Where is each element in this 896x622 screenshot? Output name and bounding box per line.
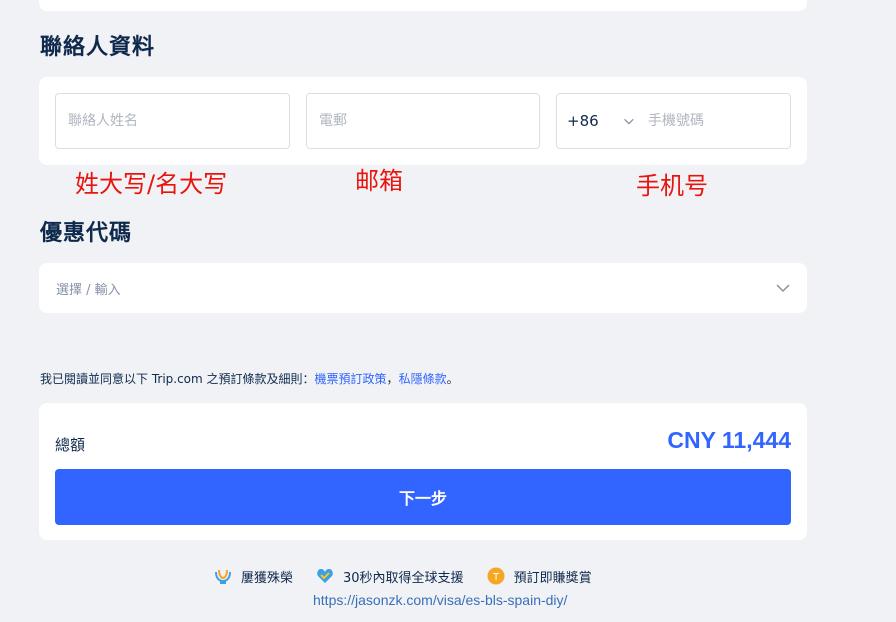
badge-support-label: 30秒內取得全球支援 (343, 570, 464, 586)
chevron-down-icon[interactable] (622, 113, 636, 129)
contact-name-input[interactable] (66, 112, 279, 130)
phone-code-selector[interactable]: +86 (567, 112, 610, 130)
badge-support: 30秒內取得全球支援 (315, 566, 464, 586)
terms-suffix: 。 (446, 372, 459, 386)
trust-badges: 屢獲殊榮 30秒內取得全球支援 T 預訂即賺獎賞 (213, 566, 614, 586)
footer-url: https://jasonzk.com/visa/es-bls-spain-di… (313, 592, 568, 608)
terms-text: 我已閱讀並同意以下 Trip.com 之預訂條款及細則：機票預訂政策，私隱條款。 (40, 370, 459, 387)
promo-section-title: 優惠代碼 (40, 221, 133, 246)
terms-separator: ， (386, 372, 399, 386)
phone-input[interactable] (646, 112, 780, 130)
annotation-phone: 手机号 (636, 172, 708, 200)
svg-text:T: T (492, 572, 500, 583)
total-card: 總額 CNY 11,444 下一步 (39, 403, 807, 540)
annotation-email: 邮箱 (355, 167, 403, 195)
phone-field[interactable]: +86 (556, 93, 791, 149)
email-input[interactable] (317, 112, 529, 130)
flight-booking-policy-link[interactable]: 機票預訂政策 (315, 372, 387, 386)
total-price: CNY 11,444 (667, 427, 791, 453)
promo-placeholder: 選擇 / 輸入 (56, 282, 121, 298)
award-icon (215, 569, 231, 584)
next-step-button[interactable]: 下一步 (55, 469, 791, 525)
contact-section-title: 聯絡人資料 (40, 35, 156, 60)
badge-award-label: 屢獲殊榮 (241, 570, 294, 586)
email-field[interactable] (306, 93, 540, 149)
badge-rewards-label: 預訂即賺獎賞 (513, 570, 592, 586)
annotation-name: 姓大写/名大写 (75, 170, 228, 198)
badge-award: 屢獲殊榮 (213, 566, 293, 586)
privacy-policy-link[interactable]: 私隱條款 (399, 372, 447, 386)
chevron-down-icon[interactable] (775, 280, 791, 296)
contact-name-field[interactable] (55, 93, 290, 149)
heart-check-icon (317, 569, 333, 583)
total-label: 總額 (55, 436, 86, 454)
badge-rewards: T 預訂即賺獎賞 (486, 566, 592, 586)
previous-section-card (39, 0, 807, 11)
coin-icon: T (487, 567, 505, 585)
terms-prefix: 我已閱讀並同意以下 Trip.com 之預訂條款及細則： (40, 372, 315, 386)
promo-code-selector[interactable]: 選擇 / 輸入 (39, 263, 807, 313)
